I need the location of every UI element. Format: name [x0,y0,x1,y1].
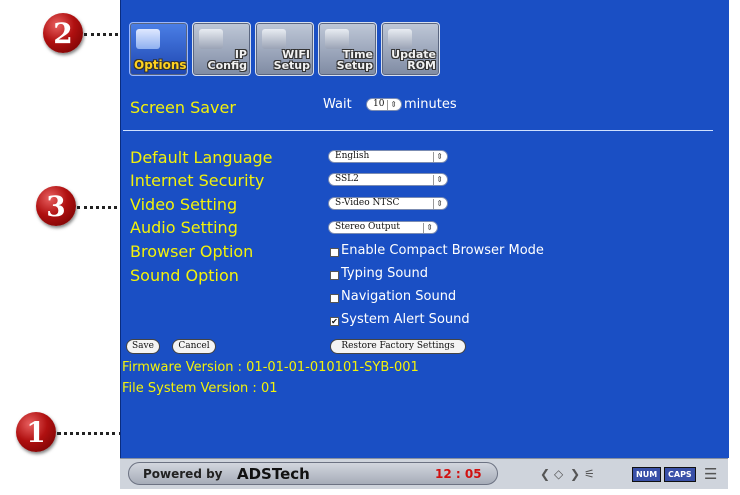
clock-readout: 12 : 05 [435,467,482,481]
tab-time-setup[interactable]: Time Setup [318,22,377,76]
navigation-sound-checkbox[interactable] [330,294,339,303]
options-icon [136,29,160,49]
stepper-value: 10 [373,99,385,109]
typing-sound-text: Typing Sound [341,266,429,281]
tab-label: Options [134,58,187,72]
select-value: English [335,151,370,161]
network-config-icon [199,29,223,49]
tab-update-rom[interactable]: Update ROM [381,22,440,76]
system-alert-sound-checkbox[interactable]: ✔ [330,317,339,326]
stepper-separator [387,100,388,110]
screen-saver-label: Screen Saver [130,98,236,117]
wifi-router-icon [262,29,286,49]
tab-wifi-setup[interactable]: WIFI Setup [255,22,314,76]
caps-lock-indicator: CAPS [664,467,696,482]
powered-by-text: Powered by [143,467,223,481]
save-button[interactable]: Save [126,339,160,354]
select-arrows-icon: ⇕ [436,175,443,184]
select-value: S-Video NTSC [335,198,400,208]
compact-browser-checkbox[interactable] [330,248,339,257]
select-value: Stereo Output [335,222,400,232]
scroll-right-icon[interactable]: ❯ [570,467,580,481]
audio-setting-label: Audio Setting [130,218,238,237]
callout-2: 2 [43,13,83,53]
navigation-diamond-icon[interactable]: ◇ [554,467,563,481]
audio-setting-select[interactable]: Stereo Output ⇕ [328,221,438,234]
status-bar: Powered by ADSTech 12 : 05 ❮ ◇ ❯ ⚟ NUM C… [120,458,728,489]
tab-label: Update ROM [391,48,436,72]
select-separator [433,152,434,162]
callout-3: 3 [36,186,76,226]
connection-icon: ⚟ [584,467,595,481]
typing-sound-checkbox[interactable] [330,271,339,280]
scroll-left-icon[interactable]: ❮ [540,467,550,481]
stepper-arrows-icon: ⇕ [390,100,397,109]
callout-3-leader [77,206,123,209]
file-system-version: File System Version : 01 [122,381,278,396]
clock-icon [325,29,349,49]
restore-factory-settings-button[interactable]: Restore Factory Settings [330,339,466,354]
screen-saver-wait-text: Wait [323,97,352,112]
default-language-label: Default Language [130,148,273,167]
screen-saver-minutes-stepper[interactable]: 10 ⇕ [366,98,402,111]
select-value: SSL2 [335,174,359,184]
screen-saver-minutes-text: minutes [404,97,457,112]
browser-option-label: Browser Option [130,242,254,261]
rom-chip-icon [388,29,412,49]
select-separator [433,175,434,185]
tab-label: IP Config [207,48,248,72]
video-setting-label: Video Setting [130,195,238,214]
select-arrows-icon: ⇕ [436,199,443,208]
compact-browser-text: Enable Compact Browser Mode [341,243,544,258]
powered-by-panel: Powered by ADSTech 12 : 05 [128,462,498,485]
callout-1-leader [57,432,123,435]
navigation-sound-text: Navigation Sound [341,289,457,304]
callout-2-leader [84,33,124,36]
callout-1: 1 [16,412,56,452]
settings-screen: Options IP Config WIFI Setup Time Setup … [120,0,729,458]
firmware-version: Firmware Version : 01-01-01-010101-SYB-0… [122,360,419,375]
tab-bar: Options IP Config WIFI Setup Time Setup … [129,22,440,76]
keyboard-menu-icon[interactable]: ☰ [704,465,717,483]
num-lock-indicator: NUM [632,467,662,482]
tab-label: WIFI Setup [273,48,310,72]
system-alert-sound-text: System Alert Sound [341,312,470,327]
section-divider [123,130,713,131]
tab-ip-config[interactable]: IP Config [192,22,251,76]
default-language-select[interactable]: English ⇕ [328,150,448,163]
select-arrows-icon: ⇕ [426,223,433,232]
brand-logo-text: ADSTech [237,465,310,483]
internet-security-select[interactable]: SSL2 ⇕ [328,173,448,186]
select-separator [423,223,424,233]
tab-label: Time Setup [336,48,373,72]
cancel-button[interactable]: Cancel [172,339,216,354]
tab-options[interactable]: Options [129,22,188,76]
select-separator [433,199,434,209]
select-arrows-icon: ⇕ [436,152,443,161]
internet-security-label: Internet Security [130,171,265,190]
video-setting-select[interactable]: S-Video NTSC ⇕ [328,197,448,210]
sound-option-label: Sound Option [130,266,239,285]
